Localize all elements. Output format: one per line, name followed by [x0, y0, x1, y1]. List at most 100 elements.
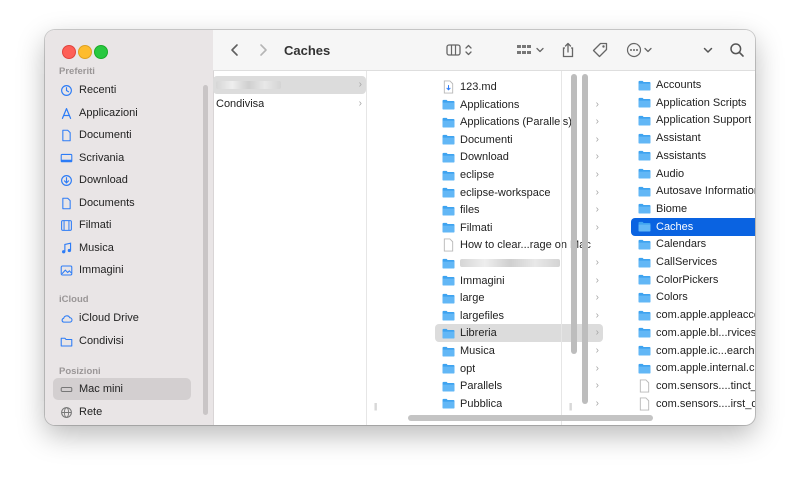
search-button[interactable]	[728, 40, 746, 60]
folder-row[interactable]: Assistant›	[631, 129, 755, 147]
view-mode-button[interactable]	[445, 40, 477, 60]
share-icon	[562, 42, 574, 58]
sidebar-item-icloud-drive[interactable]: iCloud Drive	[53, 307, 191, 329]
file-row[interactable]: com.sensors....irst_day.plist	[631, 395, 755, 413]
item-label: CallServices	[656, 256, 718, 268]
column-library-scrollbar[interactable]	[582, 74, 588, 404]
zoom-window-button[interactable]	[94, 45, 108, 59]
list-item[interactable]: ›	[213, 76, 366, 94]
folder-row[interactable]: Audio›	[631, 165, 755, 183]
chevron-right-icon: ›	[358, 79, 362, 90]
folder-row[interactable]: Application Scripts›	[631, 94, 755, 112]
tag-button[interactable]	[591, 40, 609, 60]
sidebar-item-scrivania[interactable]: Scrivania	[53, 147, 191, 169]
folder-icon	[638, 257, 651, 268]
sidebar-item-label: Filmati	[79, 219, 112, 231]
folder-row[interactable]: com.apple.ic...earchpartyd›	[631, 342, 755, 360]
folder-row[interactable]: CallServices›	[631, 253, 755, 271]
folder-icon	[638, 186, 651, 197]
window-title: Caches	[284, 43, 331, 58]
minimize-window-button[interactable]	[78, 45, 92, 59]
item-label: Caches	[656, 220, 694, 233]
sidebar-section-header: iCloud	[59, 294, 89, 305]
sidebar-item-mac-mini[interactable]: Mac mini	[53, 378, 191, 400]
column-resize-handle[interactable]: ||	[374, 402, 377, 411]
group-button[interactable]	[515, 40, 547, 60]
folder-icon	[442, 188, 455, 198]
folder-row[interactable]: Colors›	[631, 288, 755, 306]
sidebar-item-documents[interactable]: Documents	[53, 192, 191, 214]
share-button[interactable]	[559, 40, 577, 60]
folder-icon	[638, 80, 651, 91]
document-icon	[639, 397, 650, 411]
folder-icon	[442, 293, 455, 304]
folder-icon	[638, 222, 651, 232]
folder-row[interactable]: Assistants›	[631, 147, 755, 165]
item-label: eclipse	[460, 169, 495, 181]
sidebar-item-rete[interactable]: Rete	[53, 401, 191, 423]
folder-row[interactable]: Autosave Information›	[631, 182, 755, 200]
folder-row[interactable]: com.apple.appleaccountd›	[631, 306, 755, 324]
folder-row[interactable]: ColorPickers›	[631, 271, 755, 289]
folder-icon	[442, 399, 455, 409]
sidebar-item-documenti[interactable]: Documenti	[53, 124, 191, 146]
chevron-down-icon	[703, 47, 713, 53]
folder-icon	[442, 170, 455, 181]
folder-row[interactable]: com.apple.internal.ck›	[631, 359, 755, 377]
sidebar-item-filmati[interactable]: Filmati	[53, 214, 191, 236]
folder-icon	[638, 133, 651, 144]
forward-button[interactable]	[255, 40, 271, 60]
shared-folder-icon	[60, 335, 73, 348]
item-label: Audio	[656, 167, 685, 180]
close-window-button[interactable]	[62, 45, 76, 59]
sidebar-item-label: Rete	[79, 406, 103, 418]
folder-icon	[638, 345, 651, 356]
folder-row[interactable]: Accounts›	[631, 76, 755, 94]
folder-icon	[638, 363, 651, 374]
folder-icon	[442, 311, 455, 321]
sidebar-item-immagini[interactable]: Immagini	[53, 259, 191, 281]
item-label: largefiles	[460, 309, 505, 322]
folder-row[interactable]: Biome›	[631, 200, 755, 218]
folder-row[interactable]: Caches›	[631, 217, 755, 236]
sidebar-scrollbar[interactable]	[203, 85, 208, 415]
back-button[interactable]	[227, 40, 243, 60]
folder-row[interactable]: Application Support›	[631, 111, 755, 129]
item-label: Application Scripts	[656, 96, 747, 109]
file-row[interactable]: com.sensors....tinct_id.plist	[631, 377, 755, 395]
sidebar-item-applicazioni[interactable]: Applicazioni	[53, 102, 191, 124]
item-label: com.sensors....irst_day.plist	[656, 397, 755, 410]
column-home-scrollbar[interactable]	[571, 74, 577, 354]
folder-icon	[442, 346, 455, 357]
sidebar-item-musica[interactable]: Musica	[53, 237, 191, 259]
column-resize-handle[interactable]: ||	[569, 402, 572, 411]
document-icon	[443, 238, 454, 252]
sidebar-item-label: Mac mini	[79, 383, 124, 395]
sidebar-item-recenti[interactable]: Recenti	[53, 79, 191, 101]
sidebar-item-condivisi[interactable]: Condivisi	[53, 330, 191, 352]
toolbar-overflow-button[interactable]	[700, 40, 716, 60]
list-item[interactable]: Condivisa ›	[213, 95, 366, 113]
folder-icon	[442, 152, 455, 163]
folder-icon	[638, 310, 651, 321]
sidebar-item-label: Documents	[79, 197, 135, 209]
item-label: Pubblica	[460, 397, 503, 410]
item-label: com.sensors....tinct_id.plist	[656, 379, 755, 392]
item-label: com.apple.appleaccountd	[656, 309, 755, 322]
sidebar-item-download[interactable]: Download	[53, 169, 191, 191]
more-actions-button[interactable]	[625, 40, 657, 60]
folder-row[interactable]: com.apple.bl...rvices.cloud›	[631, 324, 755, 342]
horizontal-scrollbar[interactable]	[408, 415, 653, 421]
item-label: Applications (Parallels)	[460, 116, 572, 129]
sidebar-item-label: Documenti	[79, 129, 132, 141]
item-label: 123.md	[460, 81, 497, 93]
sidebar-section-header: Posizioni	[59, 366, 101, 377]
item-label: files	[460, 204, 480, 217]
folder-row[interactable]: Calendars›	[631, 235, 755, 253]
sidebar-item-label: Scrivania	[79, 152, 125, 164]
item-label: com.apple.bl...rvices.cloud	[656, 326, 755, 339]
folder-icon	[442, 223, 455, 233]
markdown-file-icon	[443, 80, 454, 94]
folder-icon	[442, 258, 455, 269]
item-label: Libreria	[460, 327, 497, 340]
